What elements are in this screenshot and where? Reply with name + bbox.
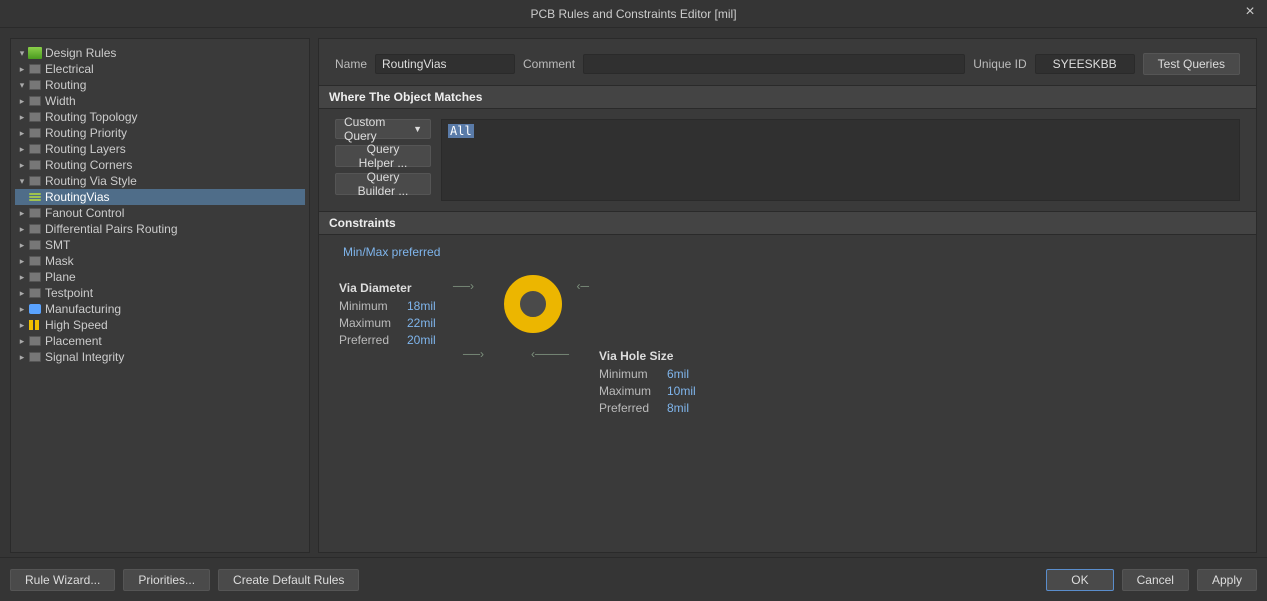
via-diameter-pref[interactable]: 20mil [407, 333, 436, 347]
tree-routing[interactable]: ▾Routing [15, 77, 305, 93]
chevron-down-icon: ▼ [413, 124, 422, 134]
ok-button[interactable]: OK [1046, 569, 1113, 591]
via-diameter-group: Via Diameter Minimum18mil Maximum22mil P… [339, 281, 436, 350]
name-label: Name [335, 57, 367, 71]
tree-signal[interactable]: ▸Signal Integrity [15, 349, 305, 365]
via-hole-max[interactable]: 10mil [667, 384, 696, 398]
tree-highspeed[interactable]: ▸High Speed [15, 317, 305, 333]
tree-design-rules[interactable]: ▾Design Rules [15, 45, 305, 61]
footer: Rule Wizard... Priorities... Create Defa… [0, 557, 1267, 601]
cancel-button[interactable]: Cancel [1122, 569, 1189, 591]
name-input[interactable] [375, 54, 515, 74]
uid-label: Unique ID [973, 57, 1026, 71]
tree-mask[interactable]: ▸Mask [15, 253, 305, 269]
via-hole-group: Via Hole Size Minimum6mil Maximum10mil P… [599, 349, 696, 418]
tree-testpoint[interactable]: ▸Testpoint [15, 285, 305, 301]
comment-label: Comment [523, 57, 575, 71]
tree-smt[interactable]: ▸SMT [15, 237, 305, 253]
tree-width[interactable]: ▸Width [15, 93, 305, 109]
section-where-matches: Where The Object Matches [319, 85, 1256, 109]
tree-priority[interactable]: ▸Routing Priority [15, 125, 305, 141]
tree-via-style[interactable]: ▾Routing Via Style [15, 173, 305, 189]
rules-tree[interactable]: ▾Design Rules ▸Electrical ▾Routing ▸Widt… [10, 38, 310, 553]
tree-layers[interactable]: ▸Routing Layers [15, 141, 305, 157]
uid-input[interactable] [1035, 54, 1135, 74]
detail-panel: Name Comment Unique ID Test Queries Wher… [318, 38, 1257, 553]
query-builder-button[interactable]: Query Builder ... [335, 173, 431, 195]
tree-routingvias[interactable]: ▸RoutingVias [15, 189, 305, 205]
tree-electrical[interactable]: ▸Electrical [15, 61, 305, 77]
section-constraints: Constraints [319, 211, 1256, 235]
rule-header: Name Comment Unique ID Test Queries [319, 39, 1256, 85]
tree-topology[interactable]: ▸Routing Topology [15, 109, 305, 125]
apply-button[interactable]: Apply [1197, 569, 1257, 591]
test-queries-button[interactable]: Test Queries [1143, 53, 1240, 75]
comment-input[interactable] [583, 54, 965, 74]
via-diameter-max[interactable]: 22mil [407, 316, 436, 330]
via-diameter-title: Via Diameter [339, 281, 436, 295]
window-title: PCB Rules and Constraints Editor [mil] [530, 7, 736, 21]
via-hole-min[interactable]: 6mil [667, 367, 689, 381]
tree-placement[interactable]: ▸Placement [15, 333, 305, 349]
tree-fanout[interactable]: ▸Fanout Control [15, 205, 305, 221]
via-diameter-min[interactable]: 18mil [407, 299, 436, 313]
query-helper-button[interactable]: Query Helper ... [335, 145, 431, 167]
via-hole-title: Via Hole Size [599, 349, 696, 363]
tree-manufacturing[interactable]: ▸Manufacturing [15, 301, 305, 317]
priorities-button[interactable]: Priorities... [123, 569, 210, 591]
titlebar: PCB Rules and Constraints Editor [mil] × [0, 0, 1267, 28]
tree-diffpairs[interactable]: ▸Differential Pairs Routing [15, 221, 305, 237]
create-default-rules-button[interactable]: Create Default Rules [218, 569, 359, 591]
tree-plane[interactable]: ▸Plane [15, 269, 305, 285]
rule-wizard-button[interactable]: Rule Wizard... [10, 569, 115, 591]
via-graphic: ──› ‹─ ──› ‹──── [489, 275, 577, 371]
query-value: All [448, 124, 474, 138]
close-icon[interactable]: × [1241, 4, 1259, 22]
tree-corners[interactable]: ▸Routing Corners [15, 157, 305, 173]
via-hole-pref[interactable]: 8mil [667, 401, 689, 415]
query-editor[interactable]: All [441, 119, 1240, 201]
match-type-dropdown[interactable]: Custom Query ▼ [335, 119, 431, 139]
minmax-mode-link[interactable]: Min/Max preferred [343, 245, 440, 259]
